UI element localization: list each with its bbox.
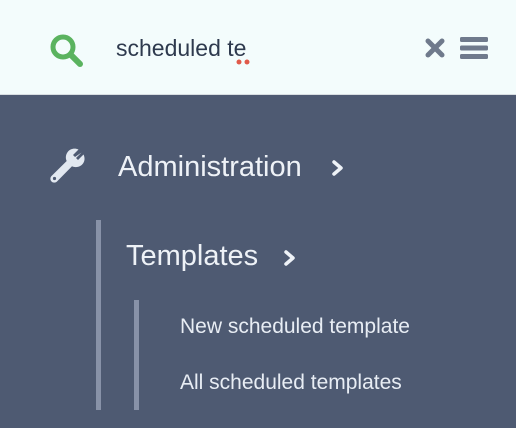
hamburger-menu-icon[interactable] <box>460 36 488 60</box>
search-input[interactable] <box>116 28 396 68</box>
close-icon[interactable] <box>425 38 445 58</box>
new-scheduled-template-link[interactable]: New scheduled template <box>180 313 410 341</box>
chevron-right-icon <box>284 250 295 266</box>
navigation-panel: Administration Templates New scheduled t… <box>0 95 516 428</box>
administration-label: Administration <box>118 151 302 183</box>
chevron-right-icon <box>332 160 343 176</box>
search-icon <box>50 34 83 67</box>
templates-label: Templates <box>126 240 259 272</box>
tree-line-level-1 <box>96 220 101 410</box>
all-scheduled-templates-link[interactable]: All scheduled templates <box>180 369 402 397</box>
templates-menu-item[interactable]: Templates <box>110 231 510 281</box>
tree-line-level-2 <box>134 300 139 410</box>
administration-menu-item[interactable]: Administration <box>0 140 516 196</box>
spellcheck-marker <box>236 59 250 65</box>
search-bar <box>0 0 516 95</box>
